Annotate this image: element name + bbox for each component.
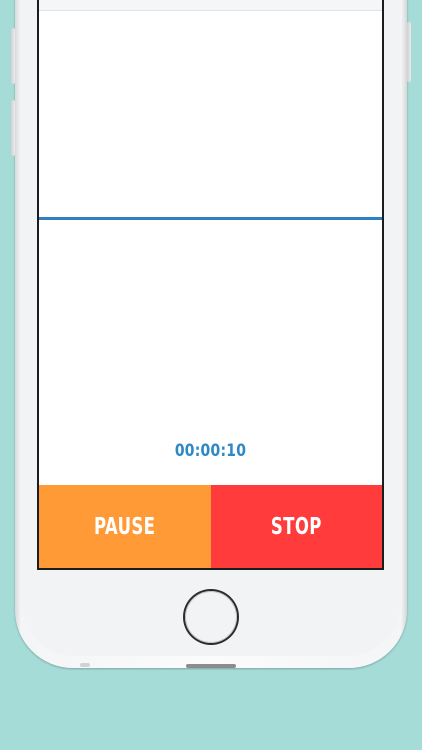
lightning-port [186, 664, 236, 668]
home-button[interactable] [185, 591, 237, 643]
antenna-band [80, 663, 90, 667]
power-button [407, 22, 411, 82]
volume-up-button [11, 28, 15, 84]
stop-button-label: STOP [270, 513, 322, 540]
audio-level-line [39, 217, 382, 220]
stop-button[interactable]: STOP [210, 485, 382, 568]
volume-down-button [11, 100, 15, 156]
app-screen: 00:00:10 PAUSE STOP [37, 0, 384, 570]
status-bar [39, 0, 382, 11]
pause-button-label: PAUSE [94, 513, 156, 540]
pause-button[interactable]: PAUSE [39, 485, 211, 568]
recording-timer: 00:00:10 [174, 441, 247, 461]
control-bar: PAUSE STOP [39, 485, 382, 568]
